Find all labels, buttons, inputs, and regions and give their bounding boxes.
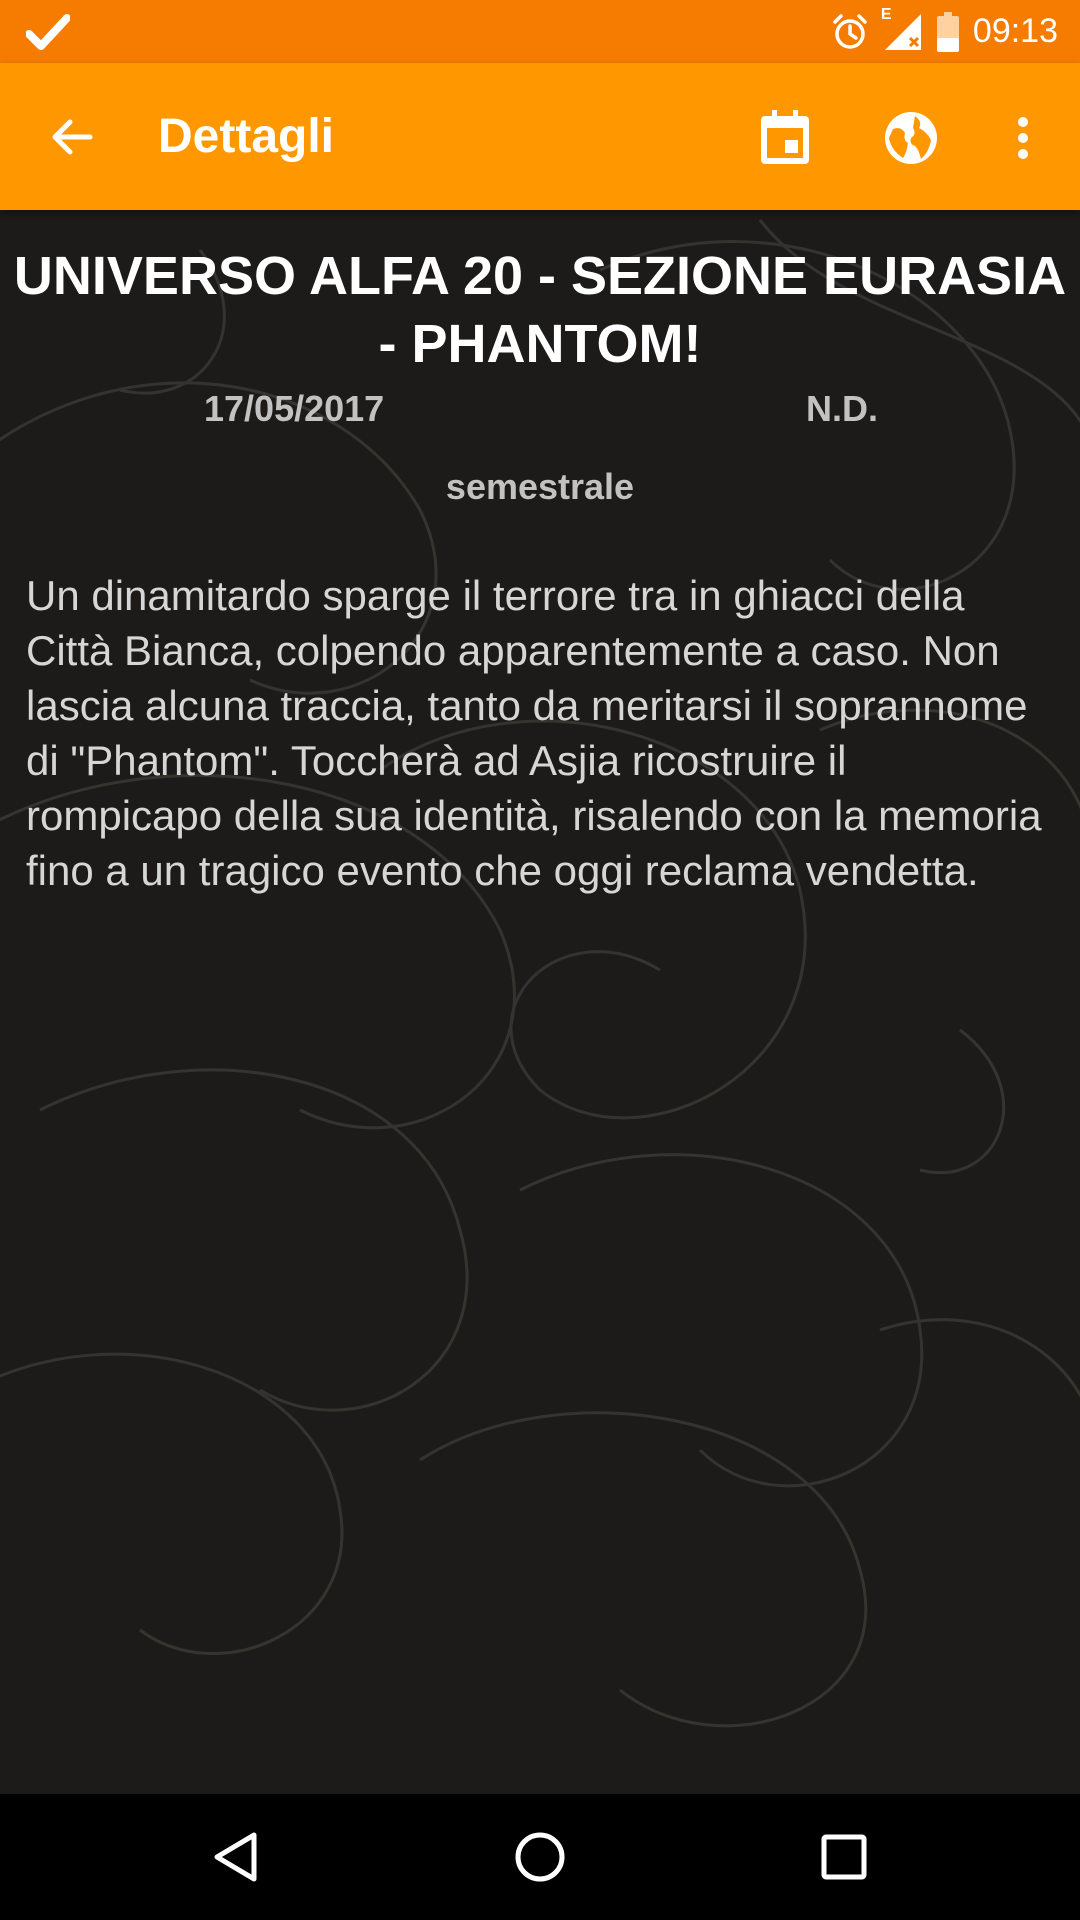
price-value: N.D.: [806, 388, 878, 429]
periodicity: semestrale: [445, 466, 635, 507]
calendar-button[interactable]: [750, 103, 820, 173]
nav-home-button[interactable]: [500, 1822, 580, 1892]
more-vert-icon: [1018, 117, 1028, 159]
network-type-label: E: [880, 5, 892, 23]
release-date: 17/05/2017: [204, 388, 385, 429]
calendar-icon: [761, 110, 809, 164]
description-text: Un dinamitardo sparge il terrore tra in …: [26, 572, 1042, 894]
more-options-button[interactable]: [988, 103, 1058, 173]
background-pattern: [0, 219, 1080, 1728]
back-arrow-icon: [52, 119, 93, 155]
web-button[interactable]: [876, 103, 946, 173]
status-bar: E 09:13: [0, 0, 1080, 63]
system-nav-bar: [0, 1794, 1080, 1920]
recents-square-icon: [821, 1834, 867, 1880]
alarm-icon: [831, 13, 869, 51]
page-title: Dettagli: [158, 110, 335, 163]
check-icon: [26, 12, 70, 52]
app-bar: Dettagli: [0, 63, 1080, 210]
clock: 09:13: [972, 12, 1058, 50]
globe-icon: [885, 112, 937, 164]
nav-back-button[interactable]: [196, 1822, 276, 1892]
issue-title: UNIVERSO ALFA 20 - SEZIONE EURASIA - PHA…: [13, 246, 1067, 374]
battery-icon: [936, 11, 959, 52]
detail-content[interactable]: UNIVERSO ALFA 20 - SEZIONE EURASIA - PHA…: [0, 210, 1080, 1794]
home-circle-icon: [515, 1832, 565, 1882]
back-button[interactable]: [40, 107, 104, 167]
signal-icon: E: [881, 6, 923, 52]
back-triangle-icon: [214, 1832, 257, 1882]
nav-recents-button[interactable]: [804, 1822, 884, 1892]
